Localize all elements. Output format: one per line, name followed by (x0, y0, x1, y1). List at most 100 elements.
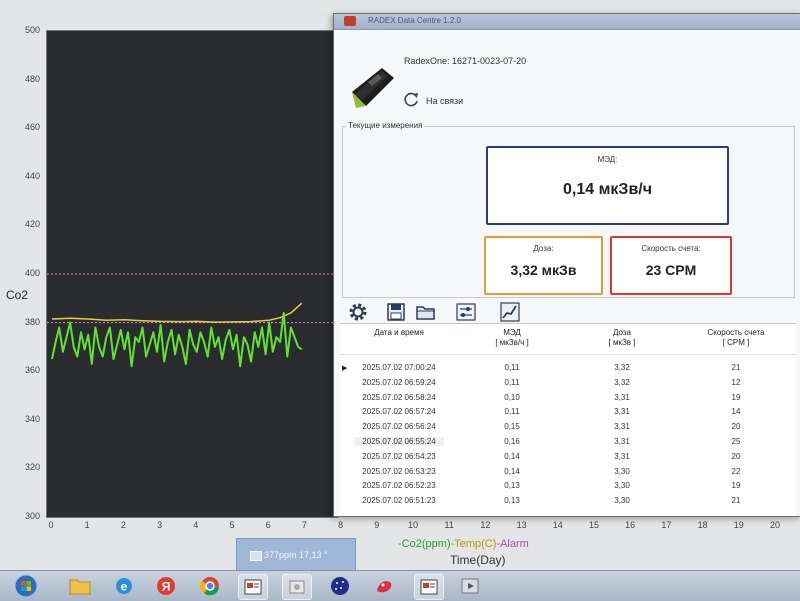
x-tick-label: 14 (552, 520, 563, 530)
refresh-icon[interactable] (402, 90, 420, 108)
header-dose-unit: [ мкЗв ] (608, 338, 636, 347)
table-row[interactable]: 2025.07.02 06:53:23 0,14 3,30 22 (340, 466, 796, 478)
header-count-rate[interactable]: Скорость счета [ CPM ] (684, 328, 788, 348)
cell-dose: 3,31 (614, 437, 630, 446)
header-dose[interactable]: Доза [ мкЗв ] (576, 328, 668, 348)
cell-dose-rate: 0,14 (504, 466, 520, 476)
dose-label: Доза: (533, 244, 554, 253)
cell-dose: 3,30 (614, 496, 630, 506)
count-rate-label: Скорость счета: (641, 244, 701, 253)
x-tick-label: 7 (301, 520, 307, 530)
count-rate-panel: Скорость счета: 23 CPM (610, 236, 732, 295)
x-tick-label: 6 (265, 520, 271, 530)
table-row[interactable]: 2025.07.02 06:54:23 0,14 3,31 20 (340, 451, 796, 463)
status-tile-text: 377ppm 17,13 ° (264, 550, 328, 560)
cell-dose: 3,32 (614, 363, 630, 372)
chrome-icon[interactable] (196, 574, 224, 598)
cell-dose-rate: 0,11 (504, 407, 520, 417)
cell-cpm: 25 (731, 437, 741, 446)
cell-dose-rate: 0,13 (504, 481, 520, 491)
y-axis-label: Co2 (6, 288, 29, 302)
svg-text:e: e (121, 580, 128, 594)
header-dose-rate-unit: [ мкЗв/ч ] (495, 338, 529, 347)
open-folder-icon[interactable] (414, 300, 438, 324)
x-tick-label: 1 (84, 520, 90, 530)
y-tick-label: 440 (24, 170, 40, 181)
chart-legend: -Co2(ppm)-Temp(C)-Alarm (398, 538, 529, 550)
cell-dose-rate: 0,14 (504, 451, 520, 461)
table-row[interactable]: 2025.07.02 06:57:24 0,11 3,31 14 (340, 406, 796, 418)
settings-icon[interactable] (346, 300, 370, 324)
cell-dose-rate: 0,11 (504, 377, 520, 387)
x-tick-label: 10 (407, 520, 418, 530)
table-row[interactable]: 2025.07.02 06:56:24 0,15 3,31 20 (340, 421, 796, 433)
count-rate-value: 23 CPM (645, 262, 697, 278)
co2-plot-area (46, 30, 338, 518)
dosimeter-device-icon (352, 68, 394, 108)
header-datetime-label: Дата и время (374, 328, 424, 337)
x-tick-label: 20 (769, 520, 780, 530)
current-measurements-label: Текущие измерения (346, 121, 425, 130)
chart-icon[interactable] (498, 300, 522, 324)
cell-datetime: 2025.07.02 06:58:24 (362, 392, 436, 402)
cell-dose: 3,32 (614, 377, 630, 387)
x-tick-label: 15 (588, 520, 599, 530)
svg-text:Я: Я (162, 580, 171, 594)
header-dose-label: Доза (613, 328, 631, 337)
sliders-icon[interactable] (454, 300, 478, 324)
cell-cpm: 21 (731, 496, 741, 506)
table-row[interactable]: 2025.07.02 06:52:23 0,13 3,30 19 (340, 480, 796, 492)
table-row[interactable]: 2025.07.02 06:59:24 0,11 3,32 12 (340, 377, 796, 389)
start-button[interactable] (12, 574, 40, 598)
save-icon[interactable] (384, 300, 408, 324)
table-row[interactable]: 2025.07.02 06:51:23 0,13 3,30 21 (340, 495, 796, 507)
title-bar[interactable]: RADEX Data Centre 1.2.0 (334, 14, 800, 30)
header-dose-rate-label: МЭД (503, 328, 521, 337)
cell-cpm: 14 (731, 407, 741, 417)
cell-dose: 3,30 (614, 466, 630, 476)
yandex-browser-icon[interactable]: Я (152, 574, 180, 598)
cell-datetime: 2025.07.02 06:52:23 (362, 481, 436, 491)
cell-datetime: 2025.07.02 06:59:24 (362, 377, 436, 387)
device-name: RadexOne: 16271-0023-07-20 (404, 56, 527, 66)
internet-explorer-icon[interactable]: e (110, 574, 138, 598)
x-tick-label: 19 (733, 520, 744, 530)
y-tick-label: 420 (24, 219, 40, 230)
cell-datetime: 2025.07.02 07:00:24 (362, 363, 436, 372)
app-icon (344, 16, 356, 26)
radex-app-icon[interactable] (238, 574, 268, 600)
cell-cpm: 19 (731, 481, 741, 491)
table-row[interactable]: 2025.07.02 06:58:24 0,10 3,31 19 (340, 392, 796, 404)
x-tick-label: 2 (120, 520, 126, 530)
header-datetime[interactable]: Дата и время (354, 328, 444, 338)
x-tick-label: 18 (697, 520, 708, 530)
paint-app-icon[interactable] (370, 574, 398, 598)
connection-status: На связи (426, 96, 464, 106)
tile-icon (250, 551, 262, 561)
radex-data-centre-window[interactable]: RADEX Data Centre 1.2.0 RadexOne: 16271-… (333, 13, 800, 517)
radex-app-icon-2[interactable] (414, 574, 444, 600)
cell-dose-rate: 0,10 (504, 392, 520, 402)
temp-series-line (51, 302, 303, 323)
file-explorer-icon[interactable] (66, 574, 94, 598)
table-row[interactable]: ▶ 2025.07.02 07:00:24 0,11 3,32 21 (340, 362, 796, 374)
current-row-pointer-icon: ▶ (342, 365, 348, 372)
x-tick-label: 12 (480, 520, 491, 530)
y-tick-label: 380 (24, 316, 40, 327)
windows-logo-icon (14, 574, 38, 598)
co2-monitor-app-icon[interactable] (282, 574, 312, 600)
cell-dose: 3,31 (614, 451, 630, 461)
media-app-icon[interactable] (456, 574, 484, 598)
status-tile[interactable]: 377ppm 17,13 ° (236, 538, 356, 574)
globe-app-icon[interactable] (326, 574, 354, 598)
y-tick-label: 320 (24, 462, 40, 473)
header-dose-rate[interactable]: МЭД [ мкЗв/ч ] (466, 328, 558, 348)
cell-dose-rate: 0,13 (504, 496, 520, 506)
cell-dose-rate: 0,16 (504, 437, 520, 446)
table-row[interactable]: 2025.07.02 06:55:24 0,16 3,31 25 (340, 436, 796, 448)
dose-panel: Доза: 3,32 мкЗв (484, 236, 603, 295)
measurements-table[interactable]: Дата и время МЭД [ мкЗв/ч ] Доза [ мкЗв … (340, 323, 796, 516)
y-tick-label: 460 (24, 122, 40, 133)
dose-rate-label: МЭД: (597, 155, 618, 164)
dose-rate-value: 0,14 мкЗв/ч (562, 181, 653, 198)
